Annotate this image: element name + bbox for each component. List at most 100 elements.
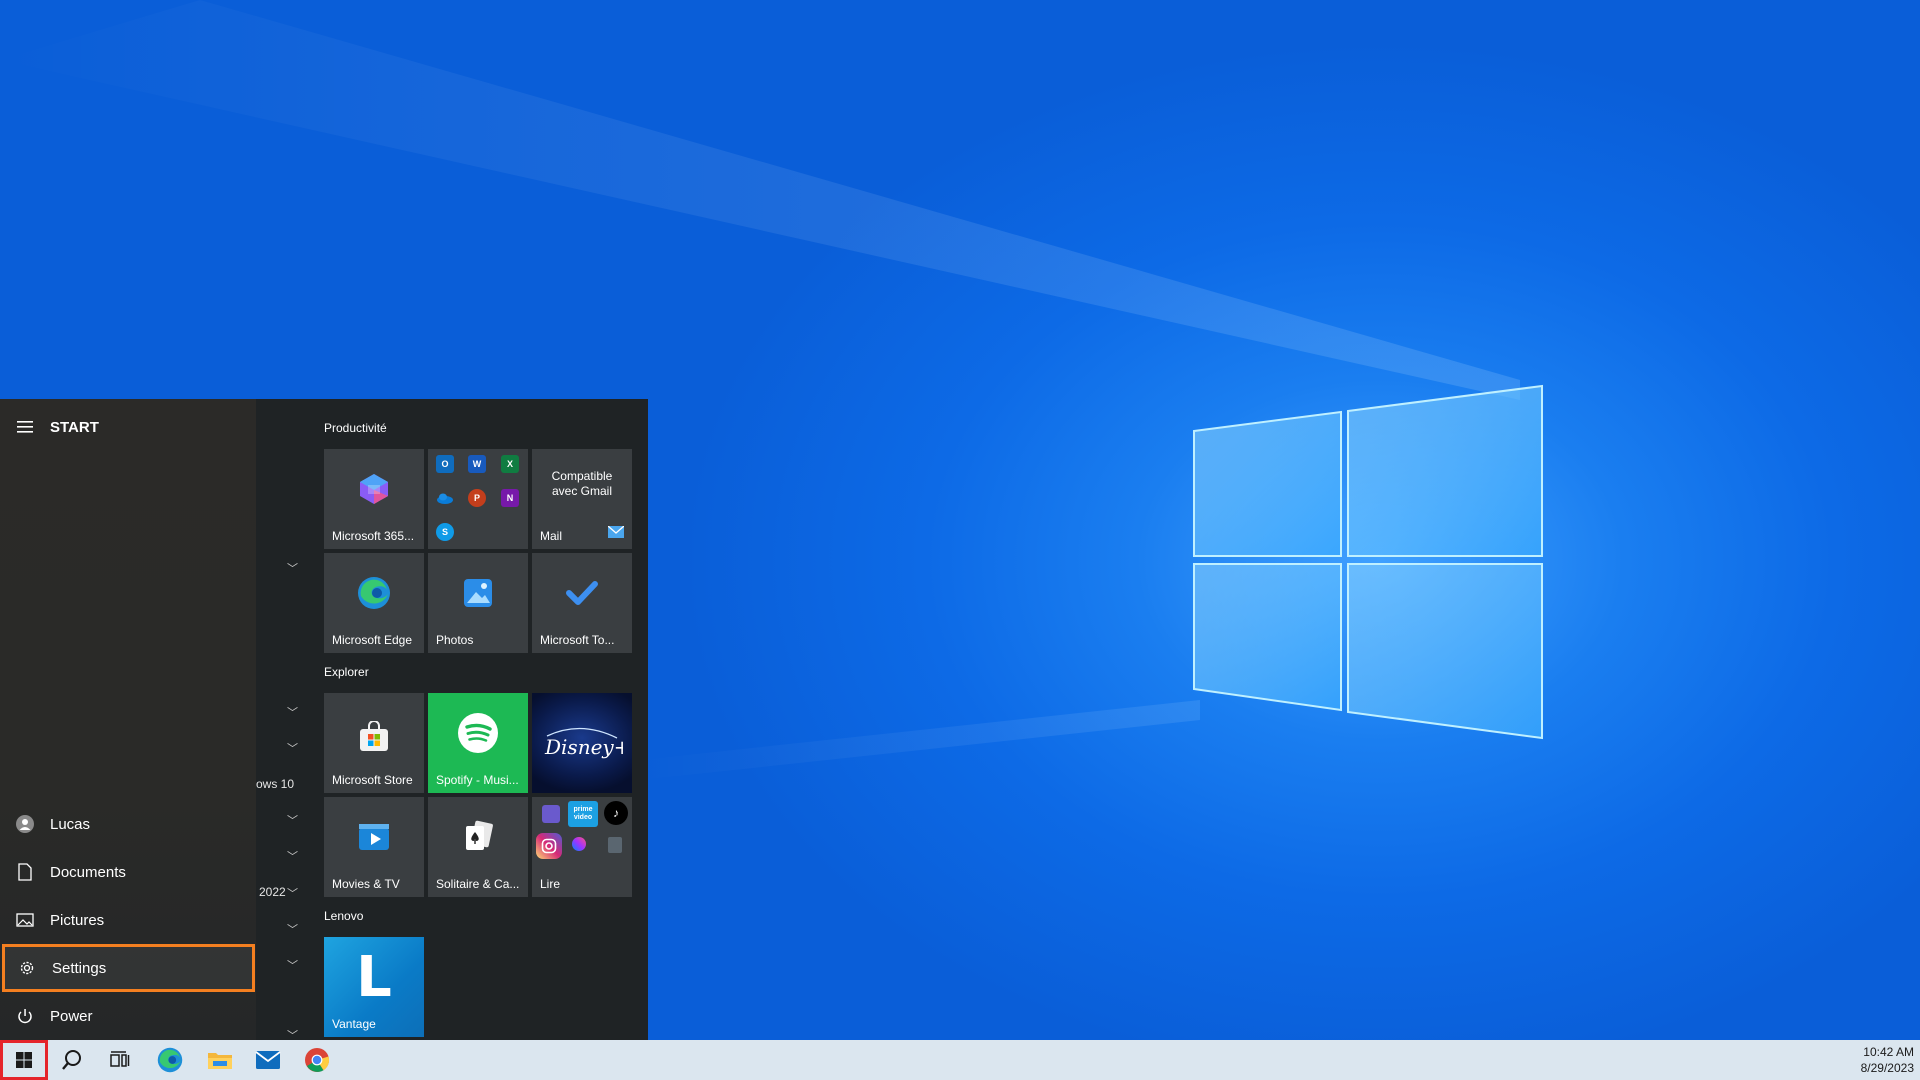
chevron-down-icon[interactable]: ﹀ bbox=[287, 848, 298, 864]
tile-label: Spotify - Musi... bbox=[436, 773, 519, 787]
tile-disney-plus[interactable]: Disney+ bbox=[532, 693, 632, 793]
start-title: START bbox=[50, 418, 99, 436]
prime-video-icon: prime video bbox=[568, 801, 598, 827]
chevron-down-icon[interactable]: ﹀ bbox=[287, 957, 298, 973]
chevron-down-icon[interactable]: ﹀ bbox=[287, 740, 298, 756]
rail-power-label: Power bbox=[50, 1007, 93, 1025]
mail-tile-caption: Compatible avec Gmail bbox=[551, 469, 613, 498]
file-explorer-icon bbox=[208, 1053, 232, 1069]
tile-movies-tv[interactable]: Movies & TV bbox=[324, 797, 424, 897]
tile-label: Mail bbox=[540, 529, 563, 543]
taskbar-file-explorer[interactable] bbox=[196, 1040, 244, 1080]
tile-microsoft-365[interactable]: Microsoft 365... bbox=[324, 449, 424, 549]
tile-photos[interactable]: Photos bbox=[428, 553, 528, 653]
start-menu: START Lucas Documents Pictures Settings bbox=[0, 399, 648, 1042]
tile-label: Solitaire & Ca... bbox=[436, 877, 520, 891]
store-bag-icon bbox=[324, 697, 424, 777]
word-icon: W bbox=[468, 455, 486, 473]
taskbar-clock[interactable]: 10:42 AM 8/29/2023 bbox=[1861, 1044, 1914, 1076]
rail-documents-label: Documents bbox=[50, 863, 126, 881]
taskbar-mail[interactable] bbox=[244, 1040, 292, 1080]
task-view-icon bbox=[110, 1051, 130, 1067]
windows-start-icon bbox=[16, 1052, 32, 1068]
tiktok-icon: ♪ bbox=[604, 801, 628, 825]
calculator-icon bbox=[608, 837, 622, 853]
tile-label: Microsoft 365... bbox=[332, 529, 415, 543]
spotify-icon bbox=[428, 693, 528, 773]
mail-icon bbox=[255, 1051, 281, 1069]
tile-label: Microsoft Edge bbox=[332, 633, 413, 647]
app-icon bbox=[542, 805, 560, 823]
clock-time: 10:42 AM bbox=[1863, 1045, 1914, 1059]
rail-pictures-label: Pictures bbox=[50, 911, 105, 929]
task-view-button[interactable] bbox=[96, 1040, 144, 1080]
tile-microsoft-todo[interactable]: Microsoft To... bbox=[532, 553, 632, 653]
tile-label: Lire bbox=[540, 877, 561, 891]
app-list-fragment[interactable]: 2022 bbox=[259, 885, 286, 899]
onenote-icon: N bbox=[501, 489, 519, 507]
pictures-icon bbox=[0, 913, 50, 927]
gear-icon bbox=[2, 959, 52, 977]
skype-icon: S bbox=[436, 523, 454, 541]
vantage-logo: L bbox=[324, 937, 424, 1017]
taskbar: 10:42 AM 8/29/2023 bbox=[0, 1040, 1920, 1080]
outlook-icon: O bbox=[436, 455, 454, 473]
power-icon bbox=[0, 1008, 50, 1024]
document-icon bbox=[0, 863, 50, 881]
tile-label: Movies & TV bbox=[332, 877, 400, 891]
messenger-icon bbox=[572, 837, 586, 851]
start-header[interactable]: START bbox=[0, 403, 256, 451]
rail-item-user[interactable]: Lucas bbox=[0, 800, 256, 848]
app-list-fragment[interactable]: ows 10 bbox=[256, 777, 294, 791]
tile-label: Vantage bbox=[332, 1017, 376, 1031]
rail-item-power[interactable]: Power bbox=[0, 992, 256, 1040]
clock-date: 8/29/2023 bbox=[1860, 1061, 1914, 1075]
hamburger-menu-icon[interactable] bbox=[0, 421, 50, 433]
vantage-letter: L bbox=[356, 944, 392, 1010]
chevron-down-icon[interactable]: ﹀ bbox=[287, 812, 298, 828]
edge-icon bbox=[324, 553, 424, 633]
rail-item-documents[interactable]: Documents bbox=[0, 848, 256, 896]
chevron-down-icon[interactable]: ﹀ bbox=[287, 704, 298, 720]
start-button[interactable] bbox=[0, 1040, 48, 1080]
instagram-icon bbox=[536, 833, 562, 859]
disney-plus-wordmark: Disney+ bbox=[544, 735, 623, 759]
edge-icon bbox=[157, 1047, 183, 1073]
tile-office-apps-folder[interactable]: O W X P N S bbox=[428, 449, 528, 549]
checkmark-icon bbox=[532, 553, 632, 633]
rail-item-pictures[interactable]: Pictures bbox=[0, 896, 256, 944]
excel-icon: X bbox=[501, 455, 519, 473]
rail-settings-label: Settings bbox=[52, 959, 107, 977]
tile-microsoft-store[interactable]: Microsoft Store bbox=[324, 693, 424, 793]
chevron-down-icon[interactable]: ﹀ bbox=[287, 921, 298, 937]
wallpaper-windows-logo bbox=[1193, 384, 1543, 740]
user-avatar-icon bbox=[0, 814, 50, 834]
onedrive-icon bbox=[436, 489, 454, 507]
tile-vantage[interactable]: L Vantage bbox=[324, 937, 424, 1037]
search-button[interactable] bbox=[48, 1040, 96, 1080]
tile-mail[interactable]: Compatible avec Gmail Mail bbox=[532, 449, 632, 549]
tile-label: Microsoft To... bbox=[540, 633, 615, 647]
microsoft-365-icon bbox=[324, 449, 424, 529]
tile-lire-folder[interactable]: prime video ♪ Lire bbox=[532, 797, 632, 897]
group-title-lenovo: Lenovo bbox=[324, 909, 364, 923]
photos-icon bbox=[428, 553, 528, 633]
tile-solitaire[interactable]: Solitaire & Ca... bbox=[428, 797, 528, 897]
solitaire-cards-icon bbox=[428, 797, 528, 877]
rail-item-settings[interactable]: Settings bbox=[2, 944, 255, 992]
chrome-icon bbox=[305, 1048, 330, 1072]
rail-user-label: Lucas bbox=[50, 815, 91, 833]
taskbar-edge[interactable] bbox=[146, 1040, 194, 1080]
taskbar-chrome[interactable] bbox=[293, 1040, 341, 1080]
tile-spotify[interactable]: Spotify - Musi... bbox=[428, 693, 528, 793]
movies-tv-icon bbox=[324, 797, 424, 877]
search-icon bbox=[62, 1050, 81, 1070]
tile-label: Photos bbox=[436, 633, 474, 647]
mail-envelope-icon bbox=[607, 525, 625, 543]
tile-label: Microsoft Store bbox=[332, 773, 413, 787]
tile-microsoft-edge[interactable]: Microsoft Edge bbox=[324, 553, 424, 653]
disney-plus-logo: Disney+ bbox=[532, 693, 632, 793]
chevron-down-icon[interactable]: ﹀ bbox=[287, 885, 298, 901]
chevron-down-icon[interactable]: ﹀ bbox=[287, 560, 298, 576]
group-title-productivite: Productivité bbox=[324, 421, 387, 435]
